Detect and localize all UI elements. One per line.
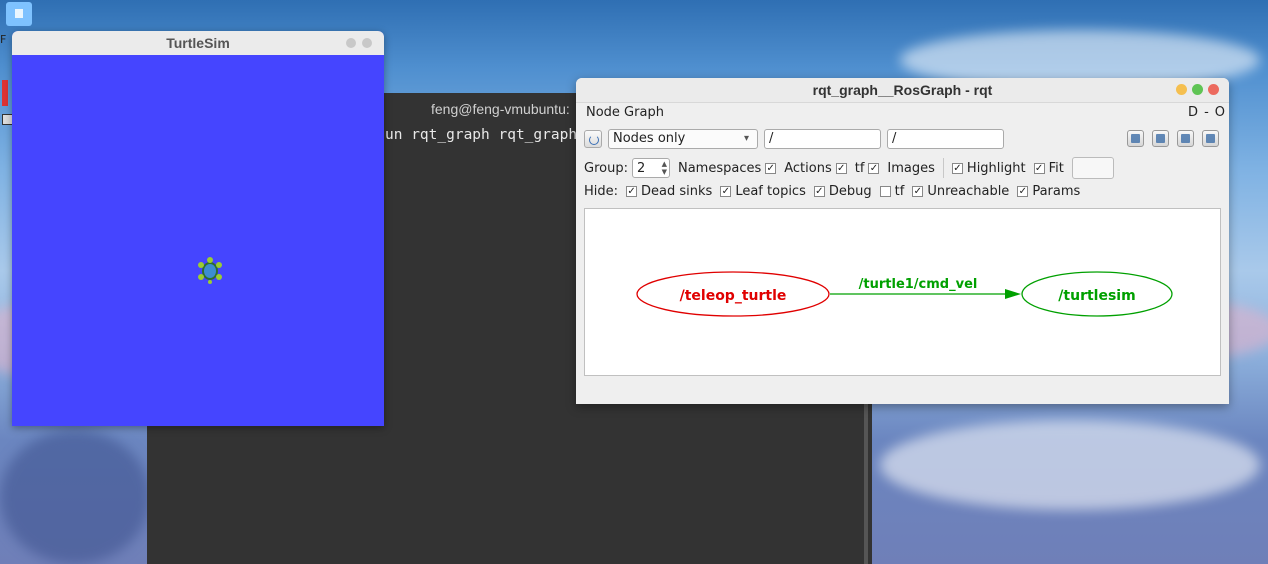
desktop-window-edge	[2, 80, 8, 106]
check-icon[interactable]: ✓	[765, 162, 777, 174]
check-icon[interactable]: ✓	[1033, 162, 1045, 174]
maximize-button[interactable]	[1192, 84, 1203, 95]
graph-mode-value: Nodes only	[613, 131, 686, 146]
filter-row: Nodes only ▾ / /	[584, 129, 1004, 149]
turtlesim-titlebar[interactable]: TurtleSim	[12, 31, 384, 55]
fit-checkbox[interactable]: ✓ Fit	[1033, 160, 1064, 176]
rqt-titlebar[interactable]: rqt_graph__RosGraph - rqt	[576, 78, 1229, 103]
plugin-close-button[interactable]: O	[1215, 105, 1225, 120]
fit-button[interactable]	[1071, 157, 1114, 179]
topic-filter-input[interactable]: /	[887, 129, 1004, 149]
check-icon[interactable]: ✓	[912, 186, 924, 197]
group-value: 2	[636, 160, 646, 176]
graph-toolbar	[1127, 130, 1219, 147]
check-icon[interactable]: ✓	[626, 186, 638, 197]
close-button[interactable]	[362, 38, 372, 48]
unreachable-label: Unreachable	[927, 184, 1010, 199]
minimize-button[interactable]	[346, 38, 356, 48]
group-label: Group:	[584, 160, 628, 176]
load-dot-icon[interactable]	[1127, 130, 1144, 147]
desktop-letter: F	[0, 33, 7, 46]
namespaces-checkbox[interactable]: Namespaces ✓	[677, 160, 777, 176]
unreachable-checkbox[interactable]: ✓ Unreachable	[912, 184, 1009, 199]
save-dot-icon[interactable]	[1152, 130, 1169, 147]
namespaces-label: Namespaces	[677, 160, 762, 176]
close-button[interactable]	[1208, 84, 1219, 95]
debug-checkbox[interactable]: ✓ Debug	[813, 184, 872, 199]
check-icon[interactable]: ✓	[868, 162, 880, 174]
rqt-title: rqt_graph__RosGraph - rqt	[812, 82, 993, 98]
hide-label: Hide:	[584, 184, 619, 199]
images-checkbox[interactable]: Images	[887, 161, 935, 176]
plugin-dock-button[interactable]: D	[1188, 105, 1198, 120]
arrow-head-icon	[1005, 289, 1021, 299]
save-svg-icon[interactable]	[1177, 130, 1194, 147]
params-label: Params	[1032, 184, 1081, 199]
check-icon[interactable]: ✓	[813, 186, 825, 197]
params-checkbox[interactable]: ✓ Params	[1017, 184, 1080, 199]
images-label: Images	[887, 160, 935, 176]
actions-label: Actions	[784, 160, 832, 176]
tf-label: tf	[854, 160, 865, 176]
debug-label: Debug	[828, 184, 872, 199]
check-icon[interactable]: ✓	[835, 162, 847, 174]
leaf-topics-label: Leaf topics	[735, 184, 806, 199]
turtlesim-window[interactable]: TurtleSim	[12, 31, 384, 426]
graph-canvas[interactable]: /teleop_turtle /turtle1/cmd_vel /turtles…	[584, 208, 1221, 376]
graph-mode-select[interactable]: Nodes only ▾	[608, 129, 758, 149]
fit-label: Fit	[1048, 160, 1064, 176]
spin-arrows-icon[interactable]: ▲ ▼	[662, 160, 667, 176]
plugin-title: Node Graph	[586, 105, 664, 120]
turtle-icon	[198, 257, 222, 284]
cloud	[0, 430, 150, 564]
leaf-topics-checkbox[interactable]: ✓ Leaf topics	[720, 184, 806, 199]
check-icon[interactable]: ✓	[951, 162, 963, 174]
check-icon[interactable]: ✓	[720, 186, 732, 197]
terminal-title: feng@feng-vmubuntu:	[431, 101, 570, 117]
group-spinbox[interactable]: 2 ▲ ▼	[631, 158, 670, 178]
refresh-icon[interactable]	[584, 130, 602, 148]
cloud	[880, 420, 1260, 510]
highlight-checkbox[interactable]: ✓ Highlight	[951, 160, 1026, 176]
divider	[942, 158, 944, 178]
target-node-label: /turtlesim	[1058, 288, 1135, 304]
highlight-label: Highlight	[966, 160, 1026, 176]
edge-label: /turtle1/cmd_vel	[859, 277, 978, 292]
save-image-icon[interactable]	[1202, 130, 1219, 147]
tf-checkbox[interactable]: tf ✓	[855, 161, 880, 176]
namespace-filter-input[interactable]: /	[764, 129, 881, 149]
hide-row: Hide: ✓ Dead sinks ✓ Leaf topics ✓ Debug…	[584, 184, 1080, 199]
check-icon[interactable]: ✓	[1017, 186, 1029, 197]
chevron-down-icon: ▾	[743, 133, 749, 144]
plugin-minimize-button[interactable]: -	[1204, 105, 1209, 120]
options-row: Group: 2 ▲ ▼ Namespaces ✓ Actions ✓ tf ✓ …	[584, 157, 1114, 179]
terminal-command: un rqt_graph rqt_graph	[385, 127, 578, 143]
node-graph: /teleop_turtle /turtle1/cmd_vel /turtles…	[636, 271, 1173, 317]
turtlesim-title: TurtleSim	[166, 35, 230, 51]
home-folder-icon[interactable]	[6, 2, 32, 26]
dead-sinks-checkbox[interactable]: ✓ Dead sinks	[626, 184, 712, 199]
actions-checkbox[interactable]: Actions ✓	[784, 161, 847, 176]
dead-sinks-label: Dead sinks	[641, 184, 713, 199]
source-node-label: /teleop_turtle	[680, 288, 787, 304]
minimize-button[interactable]	[1176, 84, 1187, 95]
rqt-window[interactable]: rqt_graph__RosGraph - rqt Node Graph D -…	[576, 78, 1229, 404]
hide-tf-checkbox[interactable]: tf	[879, 184, 905, 199]
plugin-header: Node Graph D - O	[576, 103, 1229, 125]
unchecked-box-icon[interactable]	[879, 186, 891, 197]
hide-tf-label: tf	[894, 184, 905, 199]
